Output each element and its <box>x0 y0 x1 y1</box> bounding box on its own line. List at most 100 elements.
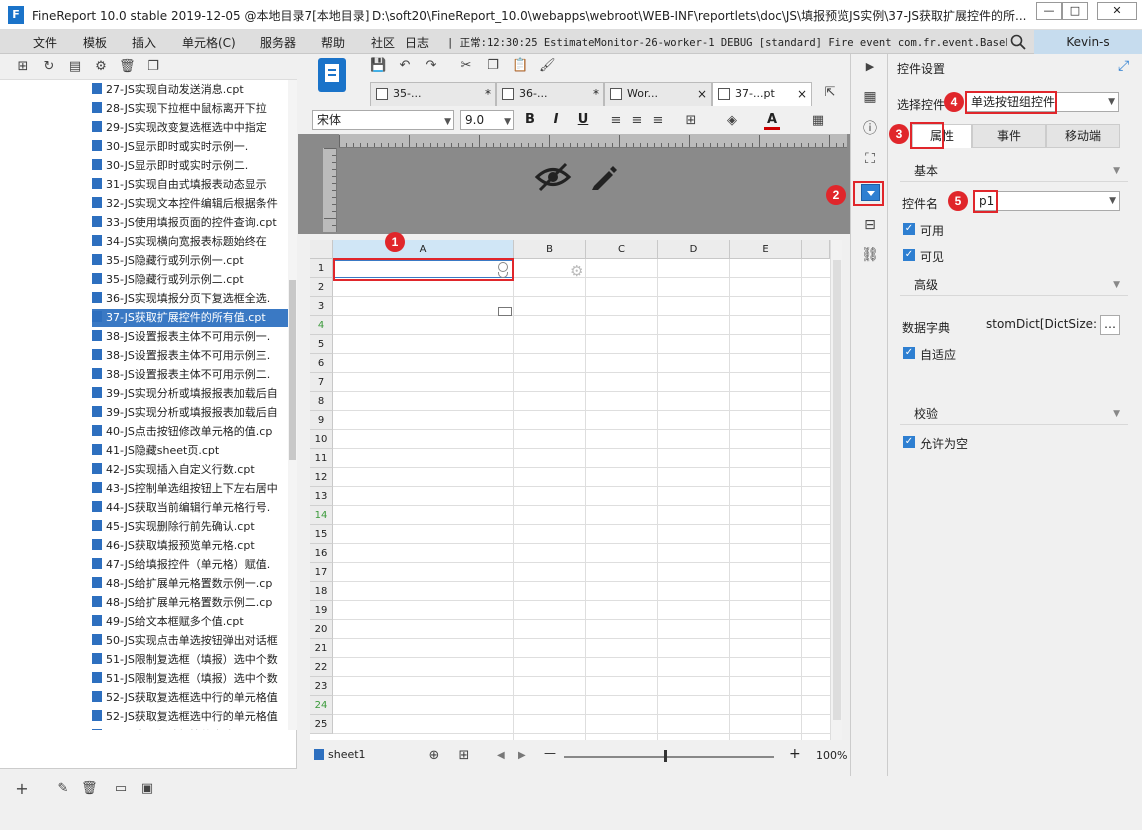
row-header[interactable]: 22 <box>310 658 333 677</box>
file-item[interactable]: 32-JS实现文本控件编辑后根据条件 <box>92 195 288 213</box>
file-item[interactable]: 37-JS获取扩展控件的所有值.cpt <box>92 309 288 327</box>
row-header[interactable]: 25 <box>310 715 333 734</box>
search-icon[interactable] <box>1010 34 1026 50</box>
row-header[interactable]: 8 <box>310 392 333 411</box>
file-item[interactable]: 28-JS实现下拉框中鼠标离开下拉 <box>92 100 288 118</box>
column-header[interactable]: D <box>658 240 730 259</box>
row-header[interactable]: 14 <box>310 506 333 525</box>
row-header[interactable]: 3 <box>310 297 333 316</box>
edit-icon[interactable]: ✎ <box>55 781 71 797</box>
file-item[interactable]: 31-JS实现自由式填报表动态显示 <box>92 176 288 194</box>
float-element-icon[interactable]: ⛶ <box>860 150 880 168</box>
file-item[interactable]: 30-JS显示即时或实时示例一. <box>92 138 288 156</box>
cell-settings-gear-icon[interactable]: ⚙ <box>570 262 583 280</box>
edit-pencil-icon[interactable] <box>588 162 618 192</box>
file-item[interactable]: 39-JS实现分析或填报报表加载后自 <box>92 385 288 403</box>
cell-element-icon[interactable]: ▦ <box>860 88 880 106</box>
column-header[interactable]: C <box>586 240 658 259</box>
tab-events[interactable]: 事件 <box>972 124 1046 148</box>
tab-37-active[interactable]: 37-...pt × <box>712 82 812 106</box>
save-icon[interactable]: 💾 <box>370 58 386 74</box>
minimize-button[interactable]: — <box>1036 2 1062 20</box>
visible-checkbox[interactable]: ✓ <box>903 249 915 261</box>
format-brush-icon[interactable]: 🖌 <box>539 58 556 74</box>
row-header[interactable]: 7 <box>310 373 333 392</box>
row-header[interactable]: 5 <box>310 335 333 354</box>
grid-corner[interactable] <box>310 240 333 259</box>
fill-color-icon[interactable]: ◈ <box>724 113 740 129</box>
hidden-eye-icon[interactable] <box>534 162 572 192</box>
file-item[interactable]: 48-JS给扩展单元格置数示例二.cp <box>92 594 288 612</box>
file-item[interactable]: 46-JS获取填报预览单元格.cpt <box>92 537 288 555</box>
file-item[interactable]: 34-JS实现横向宽报表标题始终在 <box>92 233 288 251</box>
autofit-checkbox[interactable]: ✓ <box>903 347 915 359</box>
align-right-icon[interactable]: ≡ <box>650 113 666 129</box>
file-item[interactable]: 36-JS实现填报分页下复选框全选. <box>92 290 288 308</box>
file-item[interactable]: 43-JS控制单选组按钮上下左右居中 <box>92 480 288 498</box>
grid-vertical-scrollbar[interactable] <box>830 240 842 740</box>
menu-insert[interactable]: 插入 <box>132 34 156 51</box>
row-header[interactable]: 13 <box>310 487 333 506</box>
file-item[interactable]: 52-JS获取复选框选中行的单元格值 <box>92 689 288 707</box>
settings-icon[interactable]: ⚙ <box>93 59 109 75</box>
row-header[interactable]: 20 <box>310 620 333 639</box>
file-item[interactable]: 53-JS实现复选框控件全选.cpt <box>92 727 288 730</box>
file-item[interactable]: 52-JS获取复选框选中行的单元格值 <box>92 708 288 726</box>
allow-empty-checkbox[interactable]: ✓ <box>903 436 915 448</box>
file-item[interactable]: 40-JS点击按钮修改单元格的值.cp <box>92 423 288 441</box>
column-header[interactable]: E <box>730 240 802 259</box>
undo-icon[interactable]: ↶ <box>397 58 413 74</box>
menu-help[interactable]: 帮助 <box>321 34 345 51</box>
tab-list-icon[interactable]: ⇱ <box>822 85 838 101</box>
file-item[interactable]: 29-JS实现改变复选框选中中指定 <box>92 119 288 137</box>
freeze-icon[interactable]: ▦ <box>810 113 826 129</box>
file-item[interactable]: 44-JS获取当前编辑行单元格行号. <box>92 499 288 517</box>
row-header[interactable]: 9 <box>310 411 333 430</box>
copy-format-icon[interactable]: ❐ <box>485 58 501 74</box>
file-item[interactable]: 51-JS限制复选框（填报）选中个数 <box>92 651 288 669</box>
border-icon[interactable]: ⊞ <box>683 113 699 129</box>
zoom-slider-thumb[interactable] <box>664 750 667 762</box>
tab-36[interactable]: 36-... * <box>496 82 604 106</box>
redo-icon[interactable]: ↷ <box>423 58 439 74</box>
trash-icon[interactable]: 🗑 <box>81 781 98 797</box>
section-basic[interactable]: 基本 ▼ <box>900 160 1128 182</box>
row-header[interactable]: 4 <box>310 316 333 335</box>
zoom-in-button[interactable]: + <box>789 746 801 762</box>
font-size-select[interactable]: 9.0 ▼ <box>460 110 514 130</box>
add-icon[interactable]: + <box>14 781 30 797</box>
row-header[interactable]: 17 <box>310 563 333 582</box>
file-item[interactable]: 48-JS给扩展单元格置数示例一.cp <box>92 575 288 593</box>
refresh-icon[interactable]: ↻ <box>41 59 57 75</box>
file-item[interactable]: 35-JS隐藏行或列示例二.cpt <box>92 271 288 289</box>
export-icon[interactable]: ▣ <box>139 781 155 797</box>
copy-icon[interactable]: ❐ <box>145 59 161 75</box>
enabled-checkbox[interactable]: ✓ <box>903 223 915 235</box>
row-header[interactable]: 12 <box>310 468 333 487</box>
zoom-slider[interactable] <box>564 756 774 758</box>
zoom-out-button[interactable]: — <box>544 746 556 760</box>
file-item[interactable]: 39-JS实现分析或填报报表加载后自 <box>92 404 288 422</box>
properties-icon[interactable]: ▤ <box>67 59 83 75</box>
add-sheet-icon[interactable]: ⊕ <box>426 748 442 764</box>
menu-community[interactable]: 社区 <box>371 34 395 51</box>
sheet-tab[interactable]: sheet1 <box>328 748 366 761</box>
row-header[interactable]: 2 <box>310 278 333 297</box>
file-item[interactable]: 33-JS使用填报页面的控件查询.cpt <box>92 214 288 232</box>
align-center-icon[interactable]: ≡ <box>629 113 645 129</box>
section-advanced[interactable]: 高级 ▼ <box>900 274 1128 296</box>
menu-template[interactable]: 模板 <box>83 34 107 51</box>
file-item[interactable]: 35-JS隐藏行或列示例一.cpt <box>92 252 288 270</box>
tab-35[interactable]: 35-... * <box>370 82 496 106</box>
file-item[interactable]: 27-JS实现自动发送消息.cpt <box>92 81 288 99</box>
cell-attribute-icon[interactable]: ⓘ <box>860 120 880 138</box>
close-button[interactable]: ✕ <box>1097 2 1137 20</box>
spreadsheet-grid[interactable]: A B C D E 1 2 3 4 5 6 7 8 9 10 11 12 13 14 15 16 17 18 19 20 21 22… <box>310 240 830 740</box>
file-item[interactable]: 45-JS实现删除行前先确认.cpt <box>92 518 288 536</box>
menu-file[interactable]: 文件 <box>33 34 57 51</box>
collapse-arrow-icon[interactable]: ▶ <box>860 58 880 76</box>
row-header[interactable]: 10 <box>310 430 333 449</box>
row-header[interactable]: 18 <box>310 582 333 601</box>
new-folder-icon[interactable]: ⊞ <box>15 59 31 75</box>
file-item[interactable]: 41-JS隐藏sheet页.cpt <box>92 442 288 460</box>
